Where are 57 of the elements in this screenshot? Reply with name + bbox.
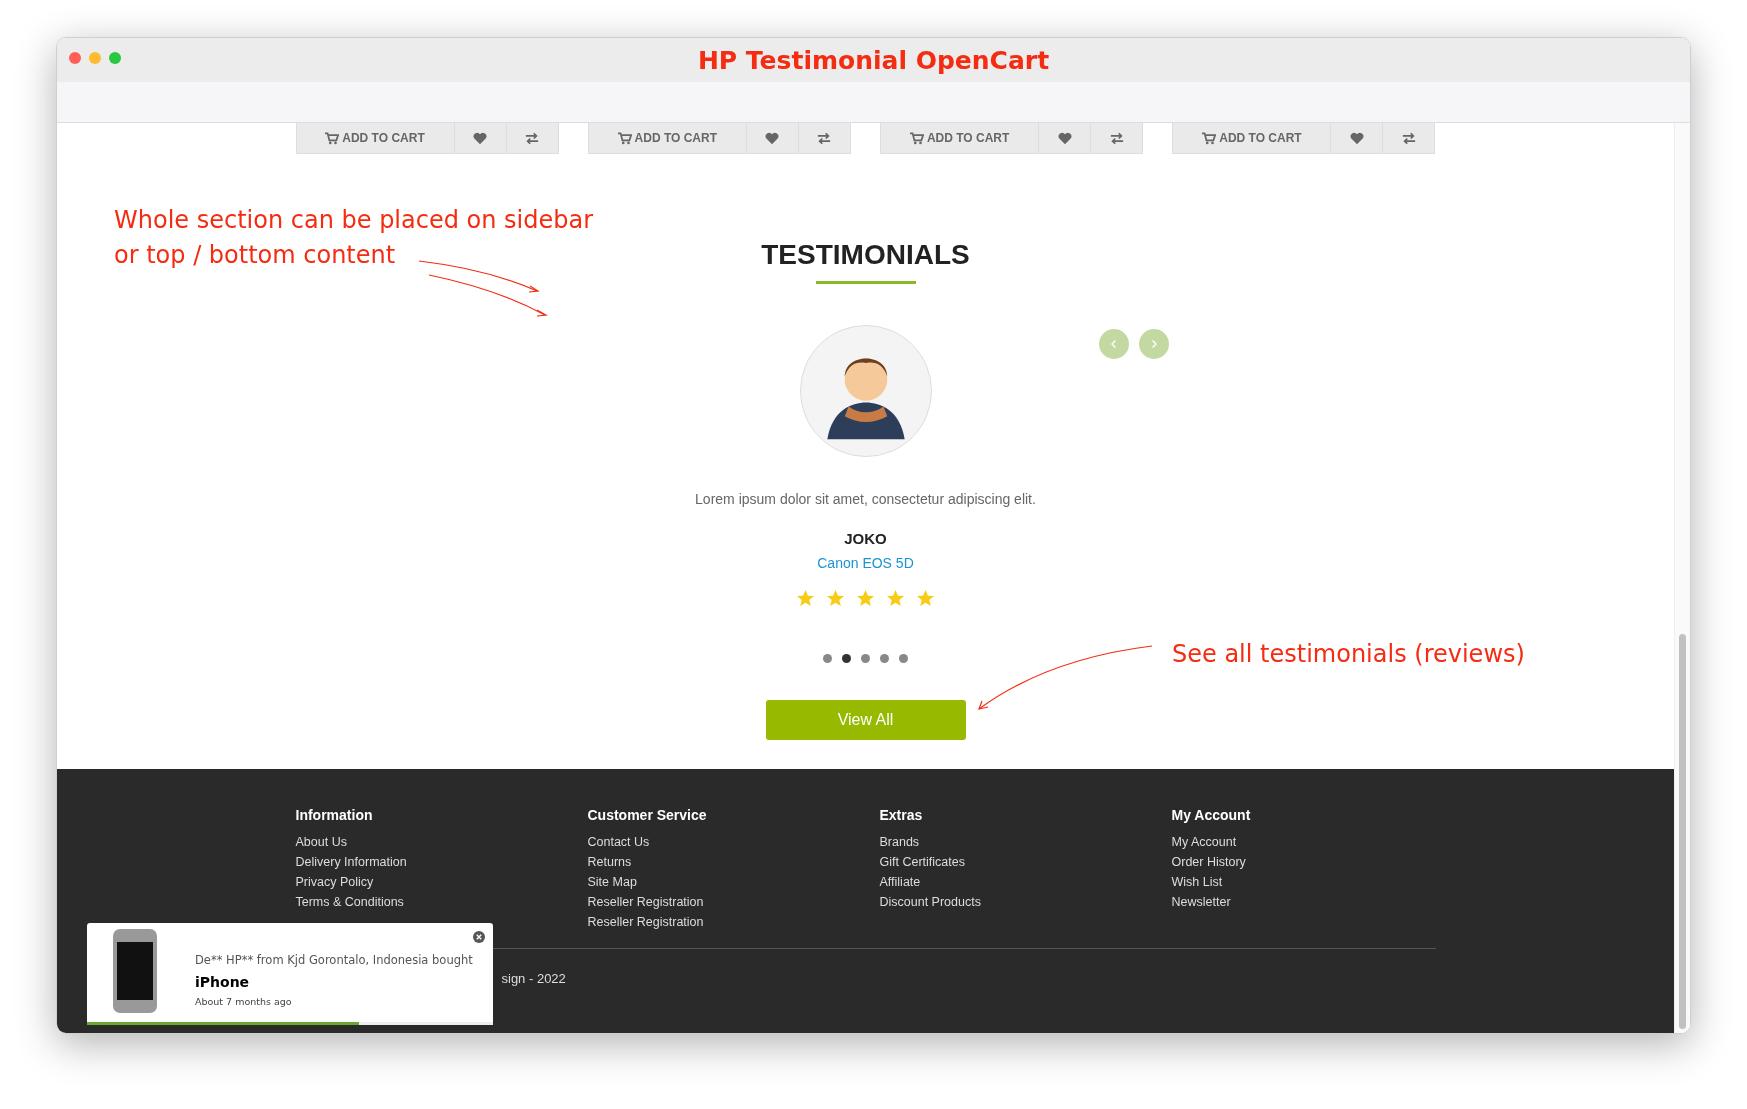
footer-link[interactable]: Newsletter [1171,892,1231,912]
pagination-dot[interactable] [880,654,889,663]
scrollbar-thumb[interactable] [1679,634,1686,1029]
swap-arrows-icon [1402,131,1416,145]
cart-icon [909,131,924,145]
footer-link[interactable]: Delivery Information [295,852,407,872]
footer-link[interactable]: Terms & Conditions [295,892,404,912]
star-icon [826,589,845,608]
footer-link[interactable]: Order History [1171,852,1246,872]
star-icon [916,589,935,608]
star-icon [856,589,875,608]
notification-time: About 7 months ago [195,996,293,1007]
footer-link[interactable]: Reseller Registration [587,892,704,912]
star-icon [796,589,815,608]
footer-link[interactable]: Contact Us [587,832,650,852]
swap-arrows-icon [817,131,832,145]
cart-icon [617,131,632,145]
testimonial-quote: Lorem ipsum dolor sit amet, consectetur adipiscing elit. [695,491,1036,507]
notification-message: De** HP** from Kjd Gorontalo, Indonesia bought [195,953,473,967]
close-button[interactable] [473,931,485,943]
pagination-dot[interactable] [899,654,908,663]
footer-link[interactable]: Gift Certificates [879,852,965,872]
footer-link[interactable]: Privacy Policy [295,872,374,892]
footer-link[interactable]: Affiliate [879,872,921,892]
footer-heading: Extras [879,807,923,823]
footer-link[interactable]: Wish List [1171,872,1223,892]
footer-link[interactable]: Site Map [587,872,637,892]
footer-link[interactable]: Brands [879,832,920,852]
footer-link[interactable]: My Account [1171,832,1237,852]
star-icon [886,589,905,608]
footer-heading: Customer Service [587,807,707,823]
annotation-text: Whole section can be placed on sidebar or top / bottom content [114,205,595,271]
heart-icon [473,131,487,145]
heart-icon [1057,131,1072,145]
close-window-icon[interactable] [69,52,81,64]
reviewer-name: JOKO [844,530,887,547]
cart-icon [325,131,340,145]
pagination-dot[interactable] [823,654,832,663]
heart-icon [1350,131,1364,145]
section-title: TESTIMONIALS [761,239,970,271]
heart-icon [765,131,780,145]
pagination-dot[interactable] [861,654,870,663]
footer-link[interactable]: Returns [587,852,632,872]
product-name: iPhone [195,974,251,990]
swap-arrows-icon [1109,131,1124,145]
footer-heading: Information [295,807,373,823]
swap-arrows-icon [525,131,539,145]
footer-link[interactable]: Discount Products [879,892,981,912]
footer-link[interactable]: About Us [295,832,347,852]
copyright-text: sign - 2022 [501,971,566,986]
footer-heading: My Account [1171,807,1251,823]
pagination-dot[interactable] [842,654,851,663]
annotation-text: See all testimonials (reviews) [1172,639,1525,670]
cart-icon [1202,131,1217,145]
window-title: HP Testimonial OpenCart [697,45,1050,75]
footer-link[interactable]: Reseller Registration [587,912,704,932]
close-icon [473,931,485,943]
